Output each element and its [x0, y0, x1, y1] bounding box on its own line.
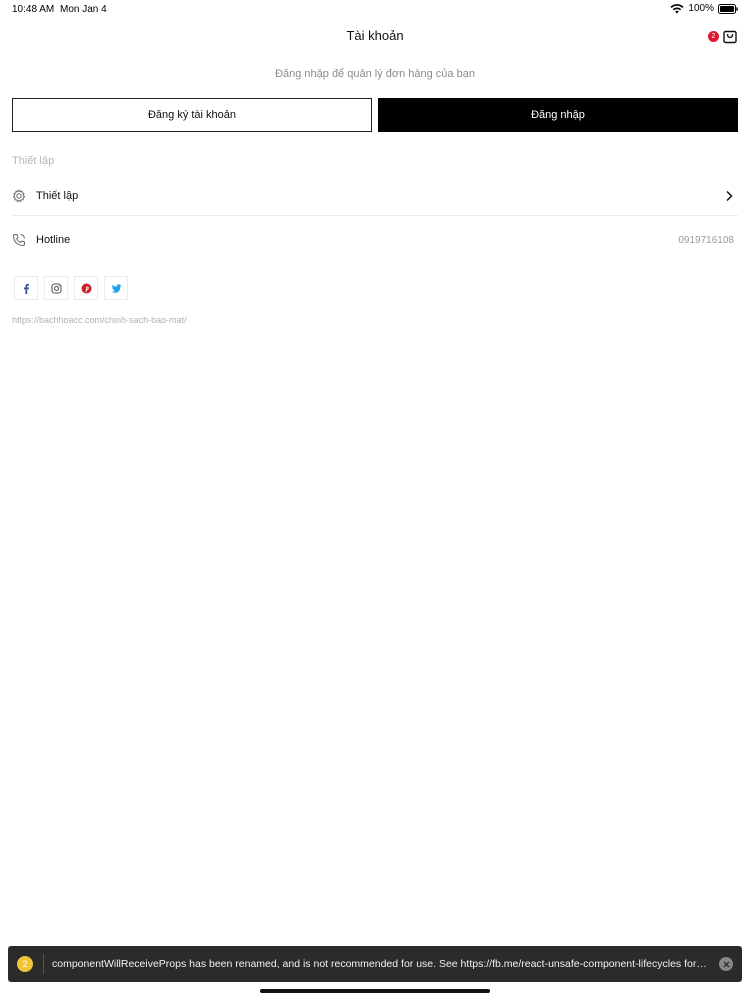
twitter-icon [111, 283, 121, 293]
cart-button[interactable]: 2 [708, 26, 738, 48]
phone-icon [13, 234, 25, 246]
status-time: 10:48 AM [12, 4, 55, 15]
hotline-row[interactable]: Hotline 0919716108 [12, 220, 738, 260]
warning-message: componentWillReceiveProps has been renam… [52, 958, 709, 970]
battery-percent: 100% [688, 3, 714, 14]
section-label: Thiết lập [12, 155, 55, 167]
facebook-button[interactable] [14, 276, 38, 300]
hotline-number[interactable]: 0919716108 [678, 235, 734, 246]
instagram-icon [50, 282, 62, 294]
close-icon [723, 961, 729, 967]
status-indicators: 100% [670, 3, 738, 14]
pinterest-button[interactable] [74, 276, 98, 300]
privacy-policy-link[interactable]: https://bachhoacc.com/chinh-sach-bao-mat… [12, 315, 187, 325]
login-prompt: Đăng nhập để quản lý đơn hàng của bạn [275, 68, 475, 80]
hotline-label: Hotline [36, 234, 71, 246]
cart-badge: 2 [708, 31, 719, 42]
account-screen: 10:48 AM Mon Jan 4 100% Tài khoản 2 Đăng… [0, 0, 750, 1000]
social-links [14, 276, 128, 300]
shopping-bag-icon [723, 30, 737, 44]
battery-icon [718, 3, 738, 14]
register-button[interactable]: Đăng ký tài khoản [12, 98, 372, 132]
toast-dismiss-button[interactable] [719, 957, 733, 971]
login-button[interactable]: Đăng nhập [378, 98, 738, 132]
settings-label: Thiết lập [36, 189, 79, 202]
pinterest-icon [81, 283, 91, 293]
header: Tài khoản 2 [0, 22, 750, 50]
status-bar: 10:48 AM Mon Jan 4 100% [0, 0, 750, 18]
chevron-right-icon [726, 190, 733, 201]
twitter-button[interactable] [104, 276, 128, 300]
warning-toast[interactable]: 2 componentWillReceiveProps has been ren… [8, 946, 742, 982]
settings-row[interactable]: Thiết lập [12, 176, 738, 216]
gear-icon [12, 189, 26, 202]
status-date: Mon Jan 4 [60, 4, 107, 15]
auth-buttons: Đăng ký tài khoản Đăng nhập [12, 98, 738, 132]
warning-count-badge: 2 [17, 956, 33, 972]
wifi-icon [670, 4, 684, 14]
toast-divider [43, 954, 44, 974]
page-title: Tài khoản [346, 28, 404, 43]
instagram-button[interactable] [44, 276, 68, 300]
facebook-icon [23, 283, 29, 294]
home-indicator[interactable] [260, 989, 490, 993]
